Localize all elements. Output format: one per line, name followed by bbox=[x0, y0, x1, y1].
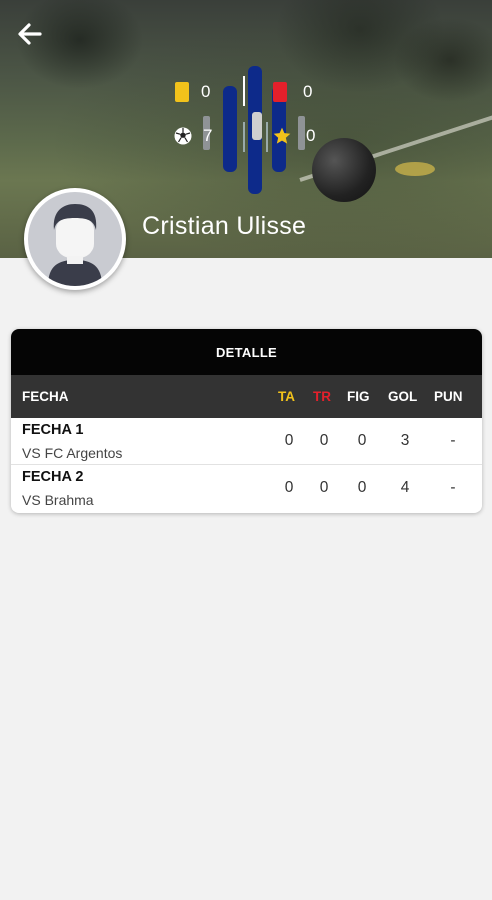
goals-value: 7 bbox=[203, 126, 213, 145]
table-title: DETALLE bbox=[11, 329, 482, 375]
column-header-tr: TR bbox=[313, 389, 331, 404]
player-name: Cristian Ulisse bbox=[142, 212, 307, 240]
row-fig: 0 bbox=[357, 432, 367, 449]
team-logo-bar bbox=[252, 112, 262, 140]
back-button[interactable] bbox=[14, 18, 46, 50]
goals-stat: 7 bbox=[174, 126, 212, 146]
row-tr: 0 bbox=[319, 479, 329, 496]
row-tr: 0 bbox=[319, 432, 329, 449]
column-header-fig: FIG bbox=[347, 389, 370, 404]
team-logo-bar bbox=[243, 76, 245, 106]
red-cards-stat: 0 bbox=[273, 82, 312, 102]
row-fig: 0 bbox=[357, 479, 367, 496]
table-row[interactable]: FECHA 2 VS Brahma 0 0 0 4 - bbox=[11, 465, 482, 511]
column-header-ta: TA bbox=[278, 389, 295, 404]
red-card-icon bbox=[273, 82, 287, 102]
row-ta: 0 bbox=[284, 432, 294, 449]
team-logo-bar bbox=[223, 86, 237, 172]
team-logo-bar bbox=[243, 122, 245, 152]
avatar-placeholder-icon bbox=[28, 192, 122, 286]
training-cone-image bbox=[395, 162, 435, 176]
yellow-cards-value: 0 bbox=[201, 82, 211, 101]
row-fecha: FECHA 2 bbox=[22, 469, 84, 485]
stars-stat: 0 bbox=[272, 126, 315, 146]
player-stats: 0 0 7 0 bbox=[172, 66, 322, 196]
row-pun: - bbox=[450, 479, 456, 496]
row-gol: 3 bbox=[400, 432, 410, 449]
red-cards-value: 0 bbox=[303, 82, 313, 101]
row-pun: - bbox=[450, 432, 456, 449]
row-fecha: FECHA 1 bbox=[22, 422, 84, 438]
stars-value: 0 bbox=[306, 126, 316, 145]
star-icon bbox=[273, 127, 291, 144]
column-header-fecha: FECHA bbox=[22, 389, 69, 404]
column-header-gol: GOL bbox=[388, 389, 418, 404]
column-header-pun: PUN bbox=[434, 389, 463, 404]
team-logo-bar bbox=[266, 122, 268, 152]
row-opponent: VS Brahma bbox=[22, 492, 94, 508]
detail-table: DETALLE FECHA TA TR FIG GOL PUN FECHA 1 … bbox=[11, 329, 482, 513]
player-avatar bbox=[24, 188, 126, 290]
table-row[interactable]: FECHA 1 VS FC Argentos 0 0 0 3 - bbox=[11, 418, 482, 465]
row-gol: 4 bbox=[400, 479, 410, 496]
yellow-cards-stat: 0 bbox=[175, 82, 210, 102]
arrow-left-icon bbox=[18, 23, 42, 45]
yellow-card-icon bbox=[175, 82, 189, 102]
soccer-ball-icon bbox=[174, 127, 192, 145]
row-ta: 0 bbox=[284, 479, 294, 496]
row-opponent: VS FC Argentos bbox=[22, 445, 123, 461]
table-header-row: FECHA TA TR FIG GOL PUN bbox=[11, 375, 482, 418]
